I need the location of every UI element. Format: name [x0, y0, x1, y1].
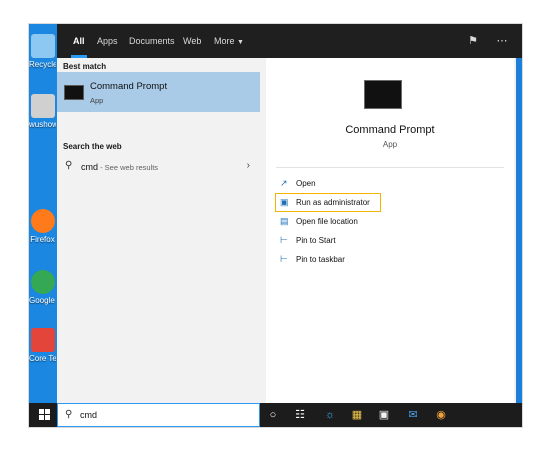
store-icon[interactable]: ▣ — [377, 408, 391, 422]
open-icon: ↗ — [280, 178, 288, 188]
detail-title: Command Prompt — [345, 124, 435, 136]
computer-icon — [30, 94, 55, 118]
cortana-icon[interactable]: ○ — [266, 408, 280, 422]
tab-all[interactable]: All — [71, 24, 86, 58]
caret-down-icon: ▼ — [237, 39, 244, 46]
desktop-icon-label: wushow — [29, 120, 56, 129]
best-match-heading: Best match — [63, 62, 107, 71]
feedback-icon[interactable]: ⚑ — [464, 32, 482, 50]
search-icon: ⚲ — [65, 409, 73, 420]
chevron-right-icon[interactable]: › — [247, 160, 250, 171]
best-match-title: Command Prompt — [90, 81, 168, 92]
task-view-icon[interactable]: ☷ — [293, 408, 307, 422]
desktop-icon-firefox[interactable]: Firefox — [29, 209, 56, 244]
action-label: Open — [296, 179, 316, 188]
search-input[interactable] — [80, 408, 250, 422]
app-icon[interactable]: ◉ — [434, 408, 448, 422]
detail-subtitle: App — [382, 140, 398, 149]
detail-card: Command Prompt App ↗ Open ▣ Run as admin… — [266, 58, 514, 403]
command-prompt-large-icon — [364, 80, 402, 109]
desktop-icon-label: Firefox — [30, 235, 55, 244]
results-pane: Best match Command Prompt App Search the… — [57, 58, 260, 403]
action-run-as-administrator[interactable]: ▣ Run as administrator — [275, 193, 381, 212]
web-result-text: cmd - See web results — [81, 162, 158, 172]
action-label: Pin to Start — [296, 236, 336, 245]
search-tabs-bar: All Apps Documents Web More ▼ ⚑ ⋯ — [57, 24, 522, 58]
action-pin-to-taskbar[interactable]: ⊢ Pin to taskbar — [276, 251, 426, 269]
action-open[interactable]: ↗ Open — [276, 175, 426, 193]
web-result-suffix: - See web results — [98, 163, 159, 172]
desktop-icon-wushow[interactable]: wushow — [29, 94, 56, 129]
recycle-bin-icon — [30, 34, 55, 58]
more-options-icon[interactable]: ⋯ — [493, 32, 511, 50]
web-result-query: cmd — [81, 162, 99, 172]
web-result-cmd[interactable]: ⚲ cmd - See web results › — [57, 156, 260, 178]
edge-icon[interactable]: ☼ — [323, 408, 337, 422]
firefox-icon — [30, 209, 55, 233]
tab-web[interactable]: Web — [183, 24, 201, 58]
detail-pane: Command Prompt App ↗ Open ▣ Run as admin… — [260, 58, 522, 403]
pin-icon: ⊢ — [280, 254, 288, 264]
desktop-icon-label: Core Te — [29, 354, 56, 363]
action-pin-to-start[interactable]: ⊢ Pin to Start — [276, 232, 426, 250]
tab-documents[interactable]: Documents — [129, 24, 175, 58]
mail-icon[interactable]: ✉ — [406, 408, 420, 422]
file-location-icon: ▤ — [280, 216, 289, 226]
desktop-edge — [516, 58, 522, 403]
shield-run-icon: ▣ — [280, 197, 289, 207]
taskbar-search-box[interactable]: ⚲ — [57, 403, 260, 427]
action-label: Pin to taskbar — [296, 255, 345, 264]
search-icon: ⚲ — [65, 160, 73, 171]
desktop-icon-label: Google Chrome — [29, 296, 56, 305]
screenshot-frame: Recycle wushow Firefox Google Chrome Cor… — [29, 24, 522, 427]
tab-apps[interactable]: Apps — [97, 24, 118, 58]
file-explorer-icon[interactable]: ▦ — [350, 408, 364, 422]
tab-more-label: More — [214, 36, 235, 46]
chrome-icon — [30, 270, 55, 294]
taskbar: ⚲ ○ ☷ ☼ ▦ ▣ ✉ ◉ — [29, 403, 522, 427]
desktop-icon-label: Recycle — [29, 60, 56, 69]
action-open-file-location[interactable]: ▤ Open file location — [276, 213, 426, 231]
desktop-icon-chrome[interactable]: Google Chrome — [29, 270, 56, 305]
desktop-icon-recycle-bin[interactable]: Recycle — [29, 34, 56, 69]
desktop-icon-core-temp[interactable]: Core Te — [29, 328, 56, 363]
action-label: Open file location — [296, 217, 358, 226]
divider — [276, 167, 504, 168]
command-prompt-icon — [64, 85, 84, 100]
best-match-subtitle: App — [90, 96, 104, 105]
action-label: Run as administrator — [296, 198, 370, 207]
search-web-heading: Search the web — [63, 142, 122, 151]
pin-icon: ⊢ — [280, 235, 288, 245]
windows-start-icon[interactable] — [39, 409, 50, 420]
tab-more[interactable]: More ▼ — [214, 24, 244, 58]
thermometer-icon — [30, 328, 55, 352]
best-match-command-prompt[interactable]: Command Prompt App — [57, 72, 260, 112]
